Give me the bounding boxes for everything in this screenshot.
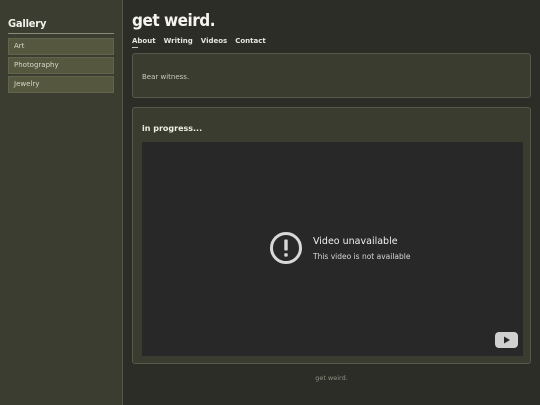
footer-text: get weird. [315,374,348,382]
video-section-heading: in progress... [142,124,203,133]
sidebar-item-photography[interactable]: Photography [8,57,114,74]
sidebar-item-art[interactable]: Art [8,38,114,55]
youtube-icon[interactable] [495,332,518,348]
nav-about[interactable]: About [132,37,156,45]
exclamation-circle-icon [270,232,302,264]
video-player[interactable]: Video unavailable This video is not avai… [142,142,523,356]
video-unavailable-title: Video unavailable [313,236,398,247]
intro-text: Bear witness. [142,73,190,81]
sidebar-menu: Art Photography Jewelry [8,38,114,95]
nav-writing[interactable]: Writing [164,37,193,45]
intro-card: Bear witness. [132,53,531,98]
nav-active-indicator [132,47,138,48]
sidebar-divider [8,33,114,34]
site-title[interactable]: get weird. [132,11,216,31]
sidebar-item-jewelry[interactable]: Jewelry [8,76,114,93]
main-nav: About Writing Videos Contact [132,37,266,45]
video-unavailable-subtitle: This video is not available [313,252,411,261]
nav-videos[interactable]: Videos [201,37,227,45]
sidebar: Gallery Art Photography Jewelry [0,0,123,405]
video-card: in progress... Video unavailable This vi… [132,107,531,364]
sidebar-title: Gallery [8,17,47,30]
nav-contact[interactable]: Contact [235,37,266,45]
